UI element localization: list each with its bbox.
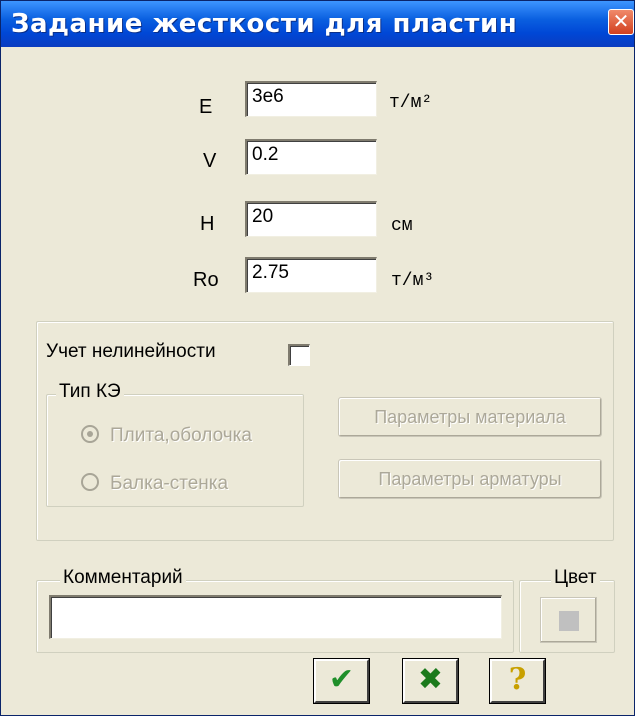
question-icon: ?	[508, 662, 527, 697]
ro-label: Ro	[193, 269, 219, 291]
x-icon: ✖	[417, 663, 444, 696]
window-title: Задание жесткости для пластин	[11, 9, 518, 39]
color-swatch	[559, 611, 579, 631]
comment-legend: Комментарий	[60, 567, 186, 589]
nonlinearity-label: Учет нелинейности	[46, 341, 216, 362]
color-picker-button[interactable]	[540, 597, 597, 643]
reinforcement-params-button[interactable]: Параметры арматуры	[338, 459, 602, 499]
radio-plate-shell-label: Плита,оболочка	[110, 425, 252, 446]
e-unit: т/м²	[389, 93, 433, 113]
fe-type-legend: Тип КЭ	[56, 381, 124, 403]
cancel-button[interactable]: ✖	[402, 658, 459, 704]
checkmark-icon: ✔	[328, 663, 355, 696]
close-button[interactable]: ✕	[608, 9, 634, 35]
ok-button[interactable]: ✔	[313, 658, 370, 704]
h-unit: см	[391, 216, 413, 236]
ro-unit: т/м³	[391, 271, 435, 291]
title-bar[interactable]: Задание жесткости для пластин ✕	[1, 1, 634, 47]
h-field[interactable]: 20	[245, 201, 377, 237]
color-legend: Цвет	[551, 567, 600, 589]
ro-field[interactable]: 2.75	[245, 257, 377, 293]
radio-plate-shell[interactable]	[81, 425, 99, 443]
dialog-window: Задание жесткости для пластин ✕ E 3e6 т/…	[0, 0, 635, 716]
h-label: H	[200, 213, 215, 235]
close-icon: ✕	[612, 9, 630, 33]
v-field[interactable]: 0.2	[245, 139, 377, 175]
e-label: E	[199, 96, 213, 118]
nonlinearity-checkbox[interactable]	[288, 344, 310, 366]
help-button[interactable]: ?	[489, 658, 546, 704]
v-label: V	[203, 150, 217, 172]
material-params-button[interactable]: Параметры материала	[338, 397, 602, 437]
e-field[interactable]: 3e6	[245, 81, 377, 117]
radio-beam-wall[interactable]	[81, 473, 99, 491]
radio-beam-wall-label: Балка-стенка	[110, 473, 229, 494]
comment-input[interactable]	[49, 595, 502, 639]
